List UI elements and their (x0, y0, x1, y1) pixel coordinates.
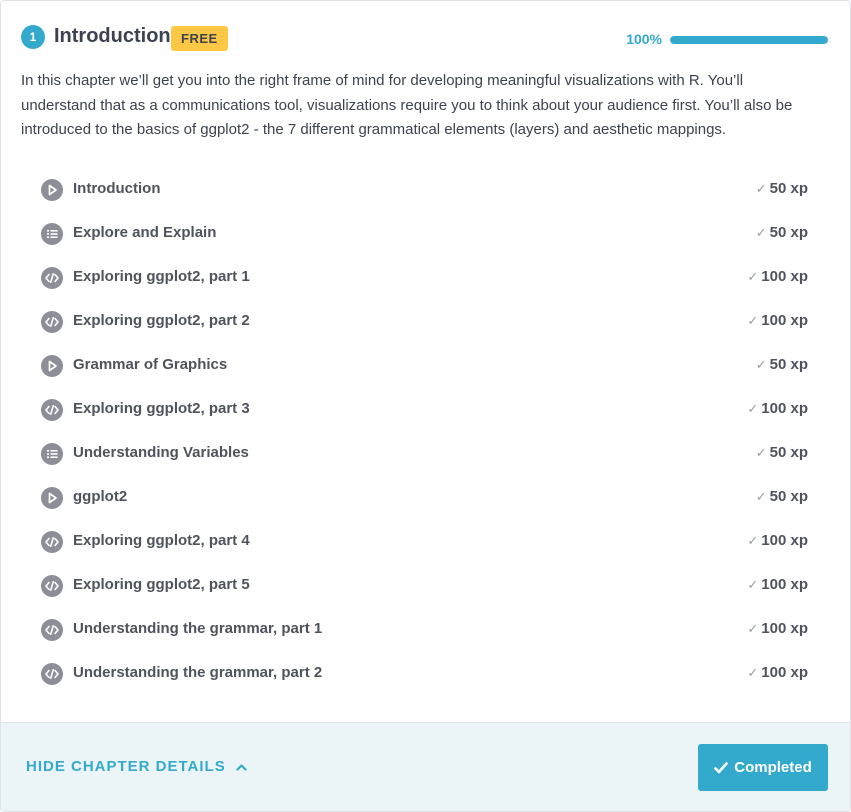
check-icon: ✓ (747, 268, 759, 284)
hide-chapter-details-label: HIDE CHAPTER DETAILS (26, 758, 226, 775)
code-icon (41, 663, 63, 685)
checkmark-icon (714, 761, 729, 773)
exercise-xp: ✓ 100 xp (747, 576, 808, 593)
check-icon: ✓ (747, 576, 759, 592)
exercise-title: Understanding Variables (73, 444, 249, 461)
check-icon: ✓ (747, 532, 759, 548)
exercise-title: Grammar of Graphics (73, 356, 228, 373)
check-icon: ✓ (755, 180, 767, 196)
exercise-title: Explore and Explain (73, 224, 217, 241)
exercise-item[interactable]: Exploring ggplot2, part 3 ✓ 100 xp (31, 388, 827, 432)
code-icon (41, 267, 63, 289)
exercise-item[interactable]: Grammar of Graphics ✓ 50 xp (31, 344, 827, 388)
exercise-item[interactable]: Explore and Explain ✓ 50 xp (31, 212, 827, 256)
exercise-title: Understanding the grammar, part 2 (73, 664, 323, 681)
code-icon (41, 531, 63, 553)
exercise-xp-value: 50 xp (769, 488, 808, 505)
code-icon (41, 619, 63, 641)
exercise-title: Exploring ggplot2, part 2 (73, 312, 250, 329)
free-badge: FREE (171, 26, 228, 51)
chapter-description: In this chapter we’ll get you into the r… (21, 72, 793, 138)
code-icon (41, 575, 63, 597)
exercise-item[interactable]: Introduction ✓ 50 xp (31, 168, 827, 212)
play-icon (41, 179, 63, 201)
play-icon (41, 487, 63, 509)
exercise-xp: ✓ 50 xp (756, 488, 808, 505)
exercise-xp: ✓ 100 xp (747, 268, 808, 285)
exercise-title: Understanding the grammar, part 1 (73, 620, 323, 637)
completed-button[interactable]: Completed (698, 744, 828, 791)
exercise-xp: ✓ 50 xp (756, 356, 808, 373)
exercise-xp: ✓ 100 xp (747, 664, 808, 681)
code-icon (41, 311, 63, 333)
exercise-title: Exploring ggplot2, part 3 (73, 400, 250, 417)
exercise-xp-value: 50 xp (769, 224, 808, 241)
exercise-title: ggplot2 (73, 488, 128, 505)
exercise-xp: ✓ 50 xp (756, 224, 808, 241)
exercise-xp-value: 50 xp (769, 356, 808, 373)
exercise-title: Exploring ggplot2, part 1 (73, 268, 250, 285)
exercise-title: Exploring ggplot2, part 4 (73, 532, 250, 549)
exercise-item[interactable]: Exploring ggplot2, part 4 ✓ 100 xp (31, 520, 827, 564)
play-icon (41, 355, 63, 377)
check-icon: ✓ (747, 312, 759, 328)
exercise-item[interactable]: Exploring ggplot2, part 2 ✓ 100 xp (31, 300, 827, 344)
check-icon: ✓ (755, 356, 767, 372)
check-icon: ✓ (747, 620, 759, 636)
chapter-card: 1 Introduction FREE 100% In this chapter… (0, 0, 851, 812)
exercise-xp: ✓ 100 xp (747, 400, 808, 417)
code-icon (41, 399, 63, 421)
exercise-item[interactable]: Understanding the grammar, part 1 ✓ 100 xp (31, 608, 827, 652)
check-icon: ✓ (755, 444, 767, 460)
exercise-xp: ✓ 50 xp (756, 444, 808, 461)
exercise-xp: ✓ 100 xp (747, 312, 808, 329)
exercise-item[interactable]: Exploring ggplot2, part 1 ✓ 100 xp (31, 256, 827, 300)
list-icon (41, 443, 63, 465)
check-icon: ✓ (747, 664, 759, 680)
chapter-title[interactable]: Introduction (54, 23, 171, 49)
exercise-title: Exploring ggplot2, part 5 (73, 576, 250, 593)
check-icon: ✓ (755, 224, 767, 240)
exercise-xp-value: 100 xp (761, 268, 808, 285)
exercise-xp-value: 100 xp (761, 664, 808, 681)
exercise-xp: ✓ 100 xp (747, 620, 808, 637)
exercise-xp-value: 100 xp (761, 312, 808, 329)
exercise-xp-value: 100 xp (761, 400, 808, 417)
exercise-xp-value: 100 xp (761, 576, 808, 593)
exercise-xp-value: 100 xp (761, 532, 808, 549)
check-icon: ✓ (755, 488, 767, 504)
exercise-xp-value: 50 xp (769, 444, 808, 461)
exercise-item[interactable]: Exploring ggplot2, part 5 ✓ 100 xp (31, 564, 827, 608)
exercise-item[interactable]: ggplot2 ✓ 50 xp (31, 476, 827, 520)
exercise-xp: ✓ 50 xp (756, 180, 808, 197)
chevron-up-icon (236, 763, 247, 771)
exercise-list: Introduction ✓ 50 xp Explore and Explain ✓ 50… (31, 168, 827, 696)
hide-chapter-details-link[interactable]: HIDE CHAPTER DETAILS (26, 758, 247, 775)
list-icon (41, 223, 63, 245)
chapter-footer: HIDE CHAPTER DETAILS Completed (1, 722, 850, 811)
exercise-item[interactable]: Understanding Variables ✓ 50 xp (31, 432, 827, 476)
exercise-item[interactable]: Understanding the grammar, part 2 ✓ 100 xp (31, 652, 827, 696)
progress-bar (670, 36, 828, 44)
check-icon: ✓ (747, 400, 759, 416)
completed-button-label: Completed (734, 759, 812, 776)
exercise-xp-value: 50 xp (769, 180, 808, 197)
exercise-xp: ✓ 100 xp (747, 532, 808, 549)
progress-percentage: 100% (626, 31, 662, 47)
chapter-header: 1 Introduction FREE 100% (21, 23, 828, 53)
progress-bar-fill (670, 36, 828, 44)
chapter-number-badge: 1 (21, 25, 45, 49)
exercise-xp-value: 100 xp (761, 620, 808, 637)
exercise-title: Introduction (73, 180, 161, 197)
